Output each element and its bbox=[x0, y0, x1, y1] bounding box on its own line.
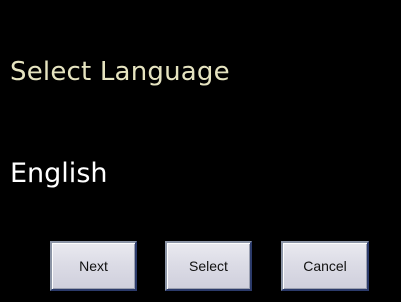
cancel-button[interactable]: Cancel bbox=[281, 241, 369, 291]
page-title: Select Language bbox=[10, 57, 230, 87]
select-button[interactable]: Select bbox=[165, 241, 252, 291]
next-button[interactable]: Next bbox=[50, 241, 137, 291]
cancel-button-label: Cancel bbox=[303, 258, 347, 274]
language-selection-screen: Select Language English Next Select Canc… bbox=[0, 0, 401, 302]
next-button-label: Next bbox=[79, 258, 108, 274]
selected-language-value: English bbox=[10, 158, 108, 189]
select-button-label: Select bbox=[189, 258, 228, 274]
